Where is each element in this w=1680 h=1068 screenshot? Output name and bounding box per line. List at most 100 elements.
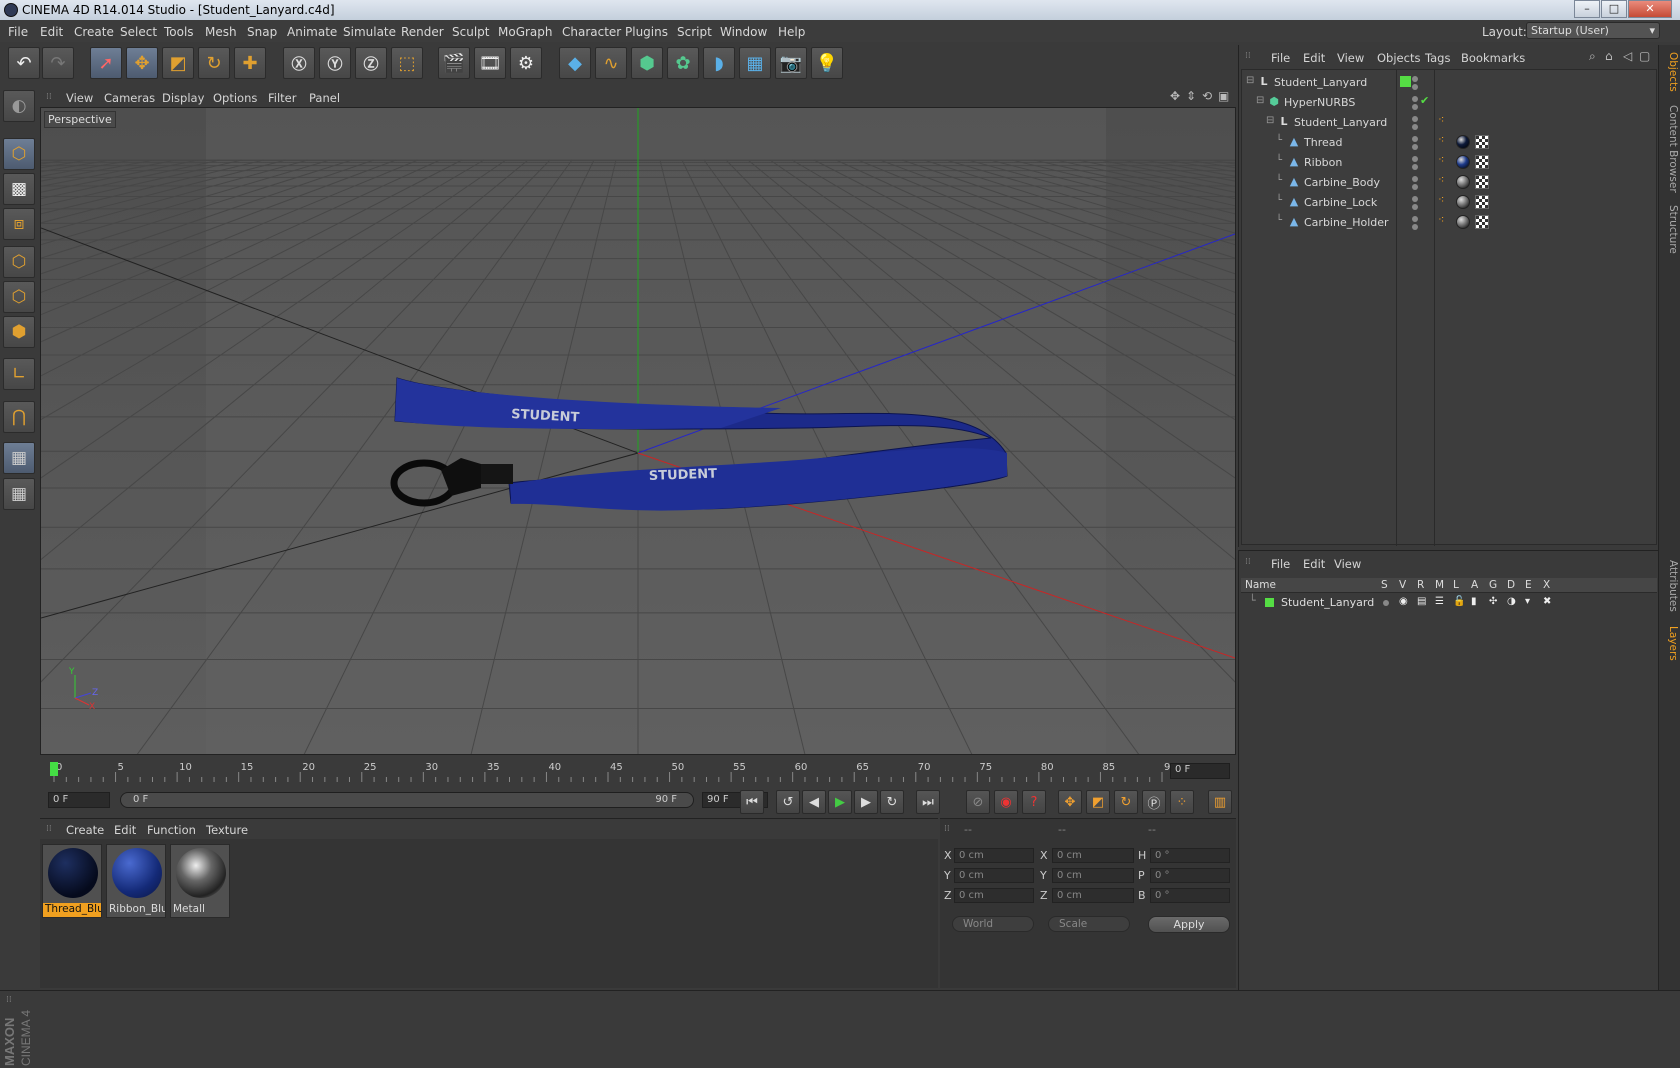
object-name[interactable]: Student_Lanyard: [1274, 76, 1367, 89]
uvw-tag-icon[interactable]: [1475, 195, 1489, 209]
workplane-mode-icon[interactable]: ⧈: [3, 208, 35, 240]
render-visibility-dot[interactable]: [1412, 104, 1418, 110]
objects-menu-tags[interactable]: Tags: [1425, 51, 1450, 65]
viewport-zoom-icon[interactable]: ⇕: [1186, 89, 1196, 103]
last-tool-icon[interactable]: ✚: [234, 47, 266, 79]
layers-menu-view[interactable]: View: [1334, 557, 1361, 571]
spline-pen-icon[interactable]: ∿: [595, 47, 627, 79]
editor-visibility-dot[interactable]: [1412, 136, 1418, 142]
viewport-menu-cameras[interactable]: Cameras: [104, 91, 155, 105]
render-settings-icon[interactable]: ⚙: [510, 47, 542, 79]
tab-attributes[interactable]: Attributes: [1661, 555, 1679, 617]
material-tag-icon[interactable]: [1456, 195, 1470, 209]
objects-menu-objects[interactable]: Objects: [1377, 51, 1420, 65]
render-visibility-dot[interactable]: [1412, 204, 1418, 210]
material-menu-edit[interactable]: Edit: [114, 823, 136, 837]
redo-icon[interactable]: ↷: [42, 47, 74, 79]
menu-create[interactable]: Create: [74, 25, 114, 39]
object-row[interactable]: └ ▲ Carbine_Lock ⁖: [1242, 193, 1662, 212]
object-row[interactable]: └ ▲ Carbine_Holder ⁖: [1242, 213, 1662, 232]
material-tag-icon[interactable]: [1456, 135, 1470, 149]
menu-plugins[interactable]: Plugins: [625, 25, 668, 39]
object-row[interactable]: ⊟ ⬢ HyperNURBS ✔: [1242, 93, 1662, 112]
previous-frame-icon[interactable]: ◀: [802, 790, 826, 814]
col-xref[interactable]: X: [1543, 579, 1550, 591]
menu-character[interactable]: Character: [562, 25, 621, 39]
menu-file[interactable]: File: [8, 25, 28, 39]
layer-manager-icon[interactable]: ☰: [1435, 596, 1444, 607]
editor-visibility-dot[interactable]: [1412, 156, 1418, 162]
layer-render-icon[interactable]: ▤: [1417, 596, 1426, 607]
render-visibility-dot[interactable]: [1412, 164, 1418, 170]
menu-snap[interactable]: Snap: [247, 25, 277, 39]
viewport-menu-display[interactable]: Display: [162, 91, 204, 105]
render-visibility-dot[interactable]: [1412, 124, 1418, 130]
viewport-move-icon[interactable]: ✥: [1170, 89, 1180, 103]
key-pla-icon[interactable]: ⁘: [1170, 790, 1194, 814]
phong-tag-icon[interactable]: ⁖: [1438, 113, 1444, 126]
rot-p-field[interactable]: 0 °: [1150, 868, 1230, 883]
rot-b-field[interactable]: 0 °: [1150, 888, 1230, 903]
layer-xref-icon[interactable]: ✖: [1543, 596, 1551, 607]
home-icon[interactable]: ⌂: [1605, 49, 1613, 63]
start-frame-field[interactable]: 0 F: [48, 792, 110, 808]
tab-objects[interactable]: Objects: [1661, 49, 1679, 95]
light-icon[interactable]: 💡: [811, 47, 843, 79]
layers-menu-edit[interactable]: Edit: [1303, 557, 1325, 571]
material-thread-blu[interactable]: Thread_Blu: [42, 844, 102, 918]
key-parameter-icon[interactable]: Ⓟ: [1142, 790, 1166, 814]
pos-y-field[interactable]: 0 cm: [954, 868, 1034, 883]
go-to-end-icon[interactable]: ⏭: [916, 790, 940, 814]
object-name[interactable]: Carbine_Body: [1304, 176, 1380, 189]
collapse-toggle-icon[interactable]: ⊟: [1266, 115, 1274, 126]
menu-sculpt[interactable]: Sculpt: [452, 25, 489, 39]
col-manager[interactable]: M: [1435, 579, 1444, 591]
material-menu-function[interactable]: Function: [147, 823, 196, 837]
object-name[interactable]: Carbine_Lock: [1304, 196, 1377, 209]
col-deformers[interactable]: D: [1507, 579, 1515, 591]
pos-z-field[interactable]: 0 cm: [954, 888, 1034, 903]
menu-tools[interactable]: Tools: [164, 25, 194, 39]
render-picture-viewer-icon[interactable]: 🎞: [474, 47, 506, 79]
frame-range-slider[interactable]: 0 F 90 F: [120, 792, 694, 808]
rotate-tool-icon[interactable]: ↻: [198, 47, 230, 79]
phong-tag-icon[interactable]: ⁖: [1438, 213, 1444, 226]
material-tag-icon[interactable]: [1456, 175, 1470, 189]
playhead-marker[interactable]: [50, 762, 58, 776]
rot-h-field[interactable]: 0 °: [1150, 848, 1230, 863]
move-tool-icon[interactable]: ✥: [126, 47, 158, 79]
model-mode-icon[interactable]: ⬡: [3, 138, 35, 170]
make-editable-icon[interactable]: ◐: [3, 90, 35, 122]
menu-mograph[interactable]: MoGraph: [498, 25, 553, 39]
col-render[interactable]: R: [1417, 579, 1424, 591]
layer-color-swatch[interactable]: [1265, 598, 1274, 607]
close-button[interactable]: ✕: [1628, 0, 1672, 18]
phong-tag-icon[interactable]: ⁖: [1438, 153, 1444, 166]
layer-lock-icon[interactable]: 🔓: [1453, 596, 1465, 607]
render-visibility-dot[interactable]: [1412, 184, 1418, 190]
collapse-toggle-icon[interactable]: ⊟: [1246, 75, 1254, 86]
col-name[interactable]: Name: [1245, 579, 1276, 591]
objects-menu-edit[interactable]: Edit: [1303, 51, 1325, 65]
menu-mesh[interactable]: Mesh: [205, 25, 237, 39]
z-axis-lock-icon[interactable]: Ⓩ: [355, 47, 387, 79]
object-name[interactable]: Thread: [1304, 136, 1342, 149]
layer-animation-icon[interactable]: ▮: [1471, 596, 1477, 607]
menu-render[interactable]: Render: [401, 25, 444, 39]
objects-menu-view[interactable]: View: [1337, 51, 1364, 65]
object-name[interactable]: Student_Lanyard: [1294, 116, 1387, 129]
timeline-window-icon[interactable]: ▥: [1208, 790, 1232, 814]
size-z-field[interactable]: 0 cm: [1052, 888, 1134, 903]
object-row[interactable]: ⊟ L Student_Lanyard: [1242, 73, 1662, 92]
edges-mode-icon[interactable]: ⬡: [3, 281, 35, 313]
scale-tool-icon[interactable]: ◩: [162, 47, 194, 79]
tab-layers[interactable]: Layers: [1661, 623, 1679, 663]
material-tag-icon[interactable]: [1456, 155, 1470, 169]
material-metall[interactable]: Metall: [170, 844, 230, 918]
uvw-tag-icon[interactable]: [1475, 155, 1489, 169]
maximize-button[interactable]: □: [1601, 0, 1627, 18]
menu-simulate[interactable]: Simulate: [343, 25, 396, 39]
material-ribbon-blu[interactable]: Ribbon_Blu: [106, 844, 166, 918]
next-key-icon[interactable]: ↻: [880, 790, 904, 814]
previous-key-icon[interactable]: ↺: [776, 790, 800, 814]
